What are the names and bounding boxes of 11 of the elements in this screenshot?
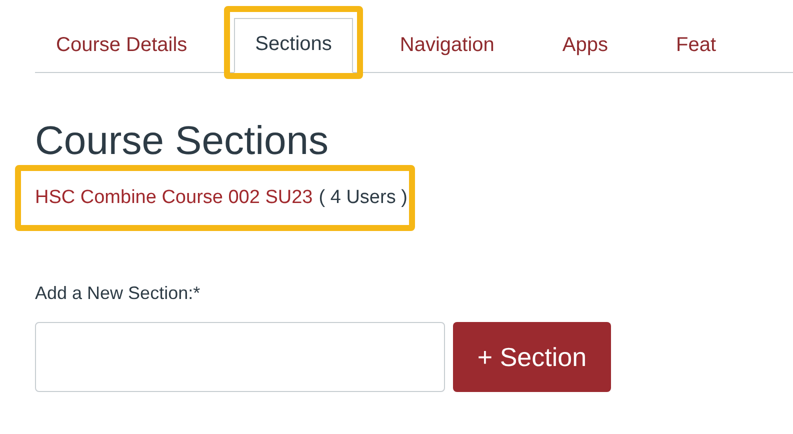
section-link[interactable]: HSC Combine Course 002 SU23	[35, 187, 313, 209]
add-section-button[interactable]: + Section	[453, 322, 611, 392]
tab[interactable]: Course Details	[35, 19, 208, 73]
section-name-field[interactable]	[35, 322, 445, 392]
tab[interactable]: Navigation	[378, 19, 516, 73]
field-label: Add a New Section:*	[35, 283, 202, 304]
page-heading: Course Sections	[35, 118, 330, 165]
tab[interactable]: Sections	[234, 18, 353, 73]
tab[interactable]: Feat	[655, 19, 738, 73]
user-count: ( 4 Users )	[318, 187, 408, 209]
tab[interactable]: Apps	[541, 19, 629, 73]
